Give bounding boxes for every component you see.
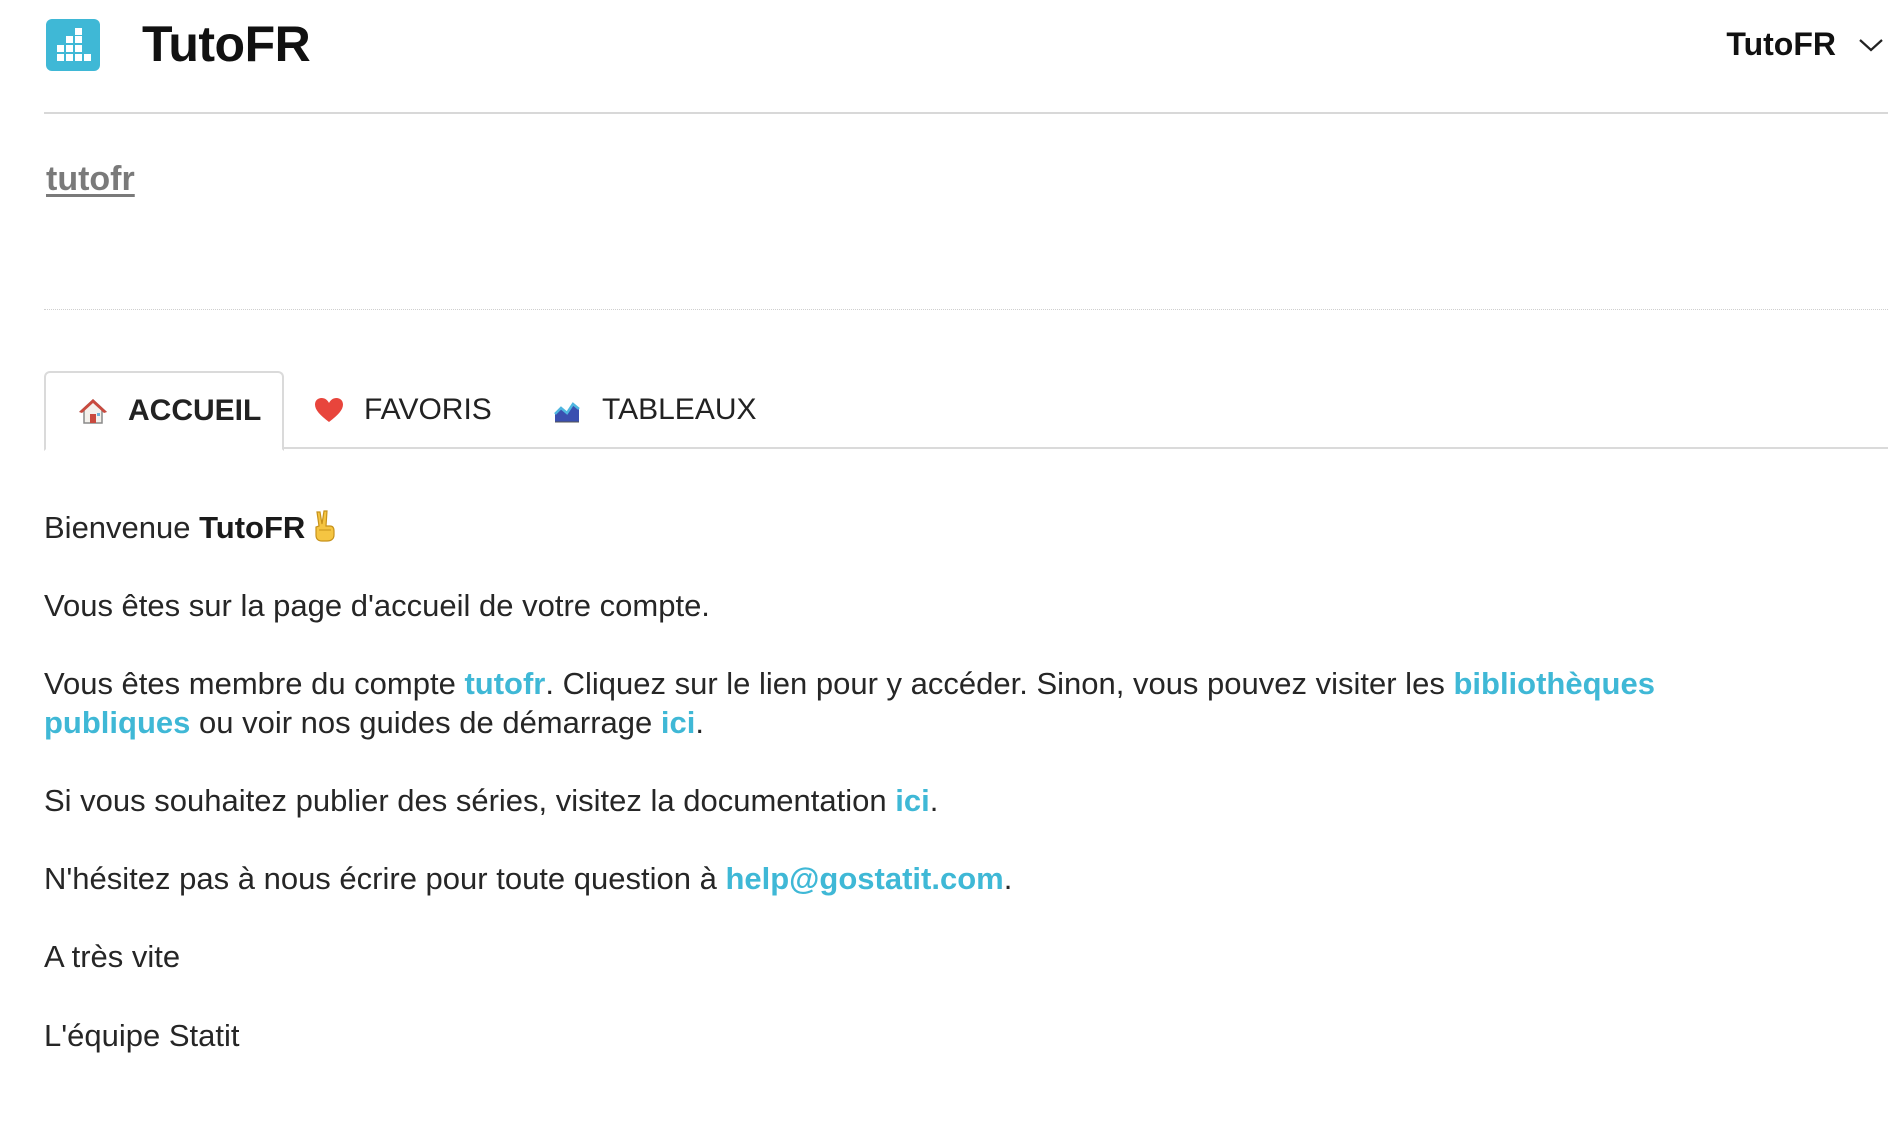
tab-favoris-label: FAVORIS — [364, 393, 492, 426]
victory-hand-icon — [311, 510, 337, 551]
membership-paragraph: Vous êtes membre du compte tutofr. Cliqu… — [44, 664, 1804, 742]
period: . — [1003, 861, 1013, 896]
tab-accueil[interactable]: ACCUEIL — [44, 371, 284, 451]
membership-middle: . Cliquez sur le lien pour y accéder. Si… — [545, 666, 1445, 701]
account-menu[interactable]: TutoFR — [1726, 22, 1888, 66]
membership-after-libraries: ou voir nos guides de démarrage — [199, 705, 653, 740]
contact-line: N'hésitez pas à nous écrire pour toute q… — [44, 859, 1012, 898]
closing-line: A très vite — [44, 939, 181, 974]
tab-accueil-label: ACCUEIL — [128, 394, 262, 427]
publish-line: Si vous souhaitez publier des séries, vi… — [44, 781, 938, 820]
house-icon — [78, 396, 108, 426]
user-name: TutoFR — [199, 510, 306, 545]
period: . — [929, 783, 939, 818]
tab-tableaux[interactable]: TABLEAUX — [552, 371, 757, 449]
bar-chart-logo-icon[interactable] — [46, 19, 100, 71]
contact-prefix: N'hésitez pas à nous écrire pour toute q… — [44, 861, 717, 896]
help-email-link[interactable]: help@gostatit.com — [725, 861, 1003, 896]
greeting-text: Bienvenue — [44, 510, 191, 545]
heart-icon — [314, 395, 344, 425]
home-info-line: Vous êtes sur la page d'accueil de votre… — [44, 588, 710, 623]
top-header: TutoFR TutoFR — [44, 0, 1888, 114]
membership-prefix: Vous êtes membre du compte — [44, 666, 456, 701]
page: TutoFR TutoFR tutofr ACCUEIL FAVORIS TAB… — [0, 0, 1888, 1128]
documentation-link[interactable]: ici — [895, 783, 929, 818]
member-account-link[interactable]: tutofr — [464, 666, 545, 701]
account-menu-label: TutoFR — [1726, 25, 1836, 62]
app-title: TutoFR — [142, 16, 311, 72]
publish-prefix: Si vous souhaitez publier des séries, vi… — [44, 783, 887, 818]
period: . — [695, 705, 704, 740]
account-link[interactable]: tutofr — [46, 160, 135, 199]
tab-tableaux-label: TABLEAUX — [602, 393, 757, 426]
section-divider — [44, 309, 1888, 310]
greeting-line: Bienvenue TutoFR — [44, 508, 337, 551]
guides-link[interactable]: ici — [661, 705, 695, 740]
signature-line: L'équipe Statit — [44, 1018, 240, 1053]
tab-bar: ACCUEIL FAVORIS TABLEAUX — [44, 371, 1888, 451]
chevron-down-icon — [1858, 37, 1884, 58]
tab-favoris[interactable]: FAVORIS — [314, 371, 492, 449]
chart-icon — [552, 395, 582, 425]
